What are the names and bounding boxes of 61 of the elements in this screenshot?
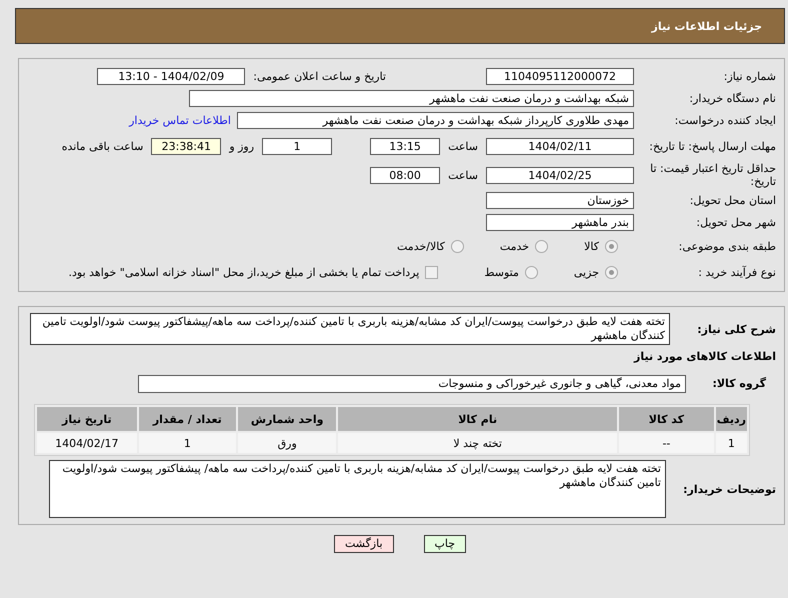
- table-cell: 1: [138, 433, 236, 453]
- page-title: جزئیات اطلاعات نیاز: [652, 20, 762, 32]
- deadline-time-field: 13:15: [370, 138, 440, 154]
- field-label: مهلت ارسال پاسخ: تا تاریخ:: [648, 140, 776, 152]
- category-radio[interactable]: [605, 240, 618, 253]
- field-label: ساعت باقی مانده: [62, 140, 144, 152]
- field-label: ایجاد کننده درخواست:: [674, 114, 776, 127]
- back-button[interactable]: بازگشت: [334, 535, 394, 553]
- buyer-notes-field: تخته هفت لایه طبق درخواست پیوست/ایران کد مشابه/هزینه باربری با تامین کننده/پرداخت سه ماهه/ پیشفاکتور پیوست شود/اولویت تامین کنندگان ماهشهر: [49, 460, 666, 518]
- field-label: تاریخ و ساعت اعلان عمومی:: [253, 70, 386, 83]
- print-button[interactable]: چاپ: [424, 535, 466, 553]
- days-field: 1: [262, 138, 332, 154]
- field-label: توضیحات خریدار:: [682, 482, 776, 496]
- field-label: شرح کلی نیاز:: [696, 322, 776, 336]
- announce-date-field: 1404/02/09 - 13:10: [97, 68, 246, 85]
- table-cell: ورق: [238, 433, 336, 453]
- section-heading: اطلاعات کالاهای مورد نیاز: [634, 350, 776, 363]
- table-cell: 1404/02/17: [37, 433, 137, 453]
- radio-label: جزیی: [574, 266, 599, 279]
- field-label: ساعت: [448, 168, 478, 182]
- requester-field: مهدی طلاوری کارپرداز شبکه بهداشت و درمان صنعت نفت ماهشهر: [237, 112, 634, 129]
- field-label: شهر محل تحویل:: [695, 216, 776, 229]
- field-label: ساعت: [448, 140, 478, 152]
- column-header: نام کالا: [338, 407, 618, 431]
- remaining-time-field: 23:38:41: [151, 138, 222, 154]
- field-label: استان محل تحویل:: [688, 194, 776, 207]
- radio-label: خدمت: [500, 240, 530, 253]
- deadline-date-field: 1404/02/11: [486, 138, 634, 154]
- field-label: شماره نیاز:: [722, 70, 776, 83]
- column-header: کد کالا: [619, 407, 714, 431]
- province-field: خوزستان: [486, 192, 634, 209]
- field-label: گروه کالا:: [711, 377, 766, 390]
- payment-label: پرداخت تمام یا بخشی از مبلغ خرید،از محل "اسناد خزانه اسلامی" خواهد بود.: [68, 266, 420, 279]
- column-header: واحد شمارش: [238, 407, 336, 431]
- table-cell: 1: [716, 433, 747, 453]
- need-number-field: 1104095112000072: [486, 68, 634, 85]
- field-label: حداقل تاریخ اعتبار قیمت: تا تاریخ:: [649, 162, 776, 188]
- column-header: ردیف: [716, 407, 747, 431]
- description-field: تخته هفت لایه طبق درخواست پیوست/ایران کد مشابه/هزینه باربری با تامین کننده/پرداخت سه ماهه/پیشفاکتور پیوست شود/اولویت تامین کنندگان ماهشهر: [30, 313, 670, 345]
- radio-label: کالا: [584, 240, 599, 253]
- goods-group-field: مواد معدنی، گیاهی و جانوری غیرخوراکی و منسوجات: [138, 374, 686, 392]
- process-radio[interactable]: [524, 266, 538, 279]
- process-radio[interactable]: [605, 266, 618, 279]
- field-label: نوع فرآیند خرید :: [697, 266, 776, 279]
- buyer-contact-link[interactable]: اطلاعات تماس خریدار: [129, 114, 231, 127]
- radio-label: کالا/خدمت: [397, 240, 445, 253]
- category-radio[interactable]: [450, 240, 464, 253]
- field-label: روز و: [229, 140, 254, 152]
- table-cell: تخته چند لا: [338, 433, 618, 453]
- category-radio[interactable]: [535, 240, 548, 253]
- column-header: تعداد / مقدار: [138, 407, 236, 431]
- city-field: بندر ماهشهر: [486, 214, 634, 231]
- validity-time-field: 08:00: [370, 166, 440, 184]
- column-header: تاریخ نیاز: [37, 407, 137, 431]
- radio-label: متوسط: [484, 266, 519, 279]
- field-label: طبقه بندی موضوعی:: [678, 240, 776, 253]
- buyer-org-field: شبکه بهداشت و درمان صنعت نفت ماهشهر: [189, 90, 634, 107]
- payment-checkbox[interactable]: [425, 266, 438, 279]
- validity-date-field: 1404/02/25: [486, 166, 634, 184]
- table-cell: --: [619, 433, 714, 453]
- field-label: نام دستگاه خریدار:: [688, 92, 776, 105]
